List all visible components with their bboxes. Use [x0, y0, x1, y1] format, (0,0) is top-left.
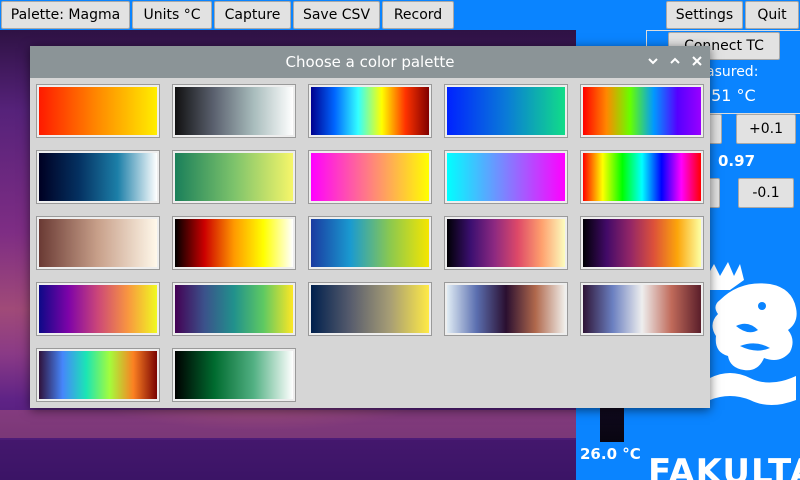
emissivity-increment-button[interactable]: +0.1	[736, 114, 796, 144]
palette-gradient	[39, 87, 157, 135]
palette-option-5[interactable]	[580, 84, 704, 138]
palette-option-22[interactable]	[172, 348, 296, 402]
palette-gradient	[311, 219, 429, 267]
palette-button[interactable]: Palette: Magma	[1, 1, 130, 29]
palette-gradient	[583, 285, 701, 333]
settings-button[interactable]: Settings	[666, 1, 743, 29]
palette-gradient	[175, 153, 293, 201]
palette-gradient	[175, 285, 293, 333]
palette-gradient	[311, 153, 429, 201]
palette-gradient	[447, 153, 565, 201]
measured-value: .51 °C	[706, 86, 756, 105]
palette-option-11[interactable]	[36, 216, 160, 270]
palette-option-10[interactable]	[580, 150, 704, 204]
palette-option-20[interactable]	[580, 282, 704, 336]
save-csv-button[interactable]: Save CSV	[293, 1, 380, 29]
units-button[interactable]: Units °C	[132, 1, 212, 29]
dialog-title: Choose a color palette	[285, 53, 455, 71]
palette-option-4[interactable]	[444, 84, 568, 138]
palette-option-1[interactable]	[36, 84, 160, 138]
palette-option-13[interactable]	[308, 216, 432, 270]
palette-gradient	[583, 87, 701, 135]
thermal-floor-band	[0, 440, 576, 480]
palette-option-12[interactable]	[172, 216, 296, 270]
palette-gradient	[175, 87, 293, 135]
palette-gradient	[39, 285, 157, 333]
palette-gradient	[311, 87, 429, 135]
palette-gradient	[39, 153, 157, 201]
palette-option-2[interactable]	[172, 84, 296, 138]
palette-option-7[interactable]	[172, 150, 296, 204]
thermal-warm-band	[0, 410, 576, 438]
faculty-logo-text: FAKULTA	[648, 452, 800, 480]
palette-option-17[interactable]	[172, 282, 296, 336]
palette-gradient	[175, 351, 293, 399]
measured-label: asured:	[706, 64, 759, 80]
palette-gradient	[447, 285, 565, 333]
palette-option-19[interactable]	[444, 282, 568, 336]
close-icon[interactable]	[690, 54, 704, 68]
palette-gradient	[311, 285, 429, 333]
chevron-up-icon[interactable]	[668, 54, 682, 68]
palette-option-6[interactable]	[36, 150, 160, 204]
palette-gradient	[175, 219, 293, 267]
palette-gradient	[39, 219, 157, 267]
palette-option-16[interactable]	[36, 282, 160, 336]
emissivity-value: 0.97	[718, 152, 756, 170]
palette-gradient	[583, 219, 701, 267]
capture-button[interactable]: Capture	[214, 1, 291, 29]
chevron-down-icon[interactable]	[646, 54, 660, 68]
palette-option-14[interactable]	[444, 216, 568, 270]
lion-logo-icon	[706, 262, 797, 405]
palette-option-21[interactable]	[36, 348, 160, 402]
palette-gradient	[39, 351, 157, 399]
palette-option-3[interactable]	[308, 84, 432, 138]
palette-option-8[interactable]	[308, 150, 432, 204]
quit-button[interactable]: Quit	[745, 1, 799, 29]
palette-option-15[interactable]	[580, 216, 704, 270]
palette-dialog: Choose a color palette	[30, 46, 710, 408]
temperature-scale-label: 26.0 °C	[580, 445, 641, 463]
palette-option-18[interactable]	[308, 282, 432, 336]
palette-option-9[interactable]	[444, 150, 568, 204]
palette-gradient	[447, 87, 565, 135]
record-button[interactable]: Record	[382, 1, 454, 29]
emissivity-decrement-button[interactable]: -0.1	[738, 178, 794, 208]
palette-gradient	[583, 153, 701, 201]
palette-gradient	[447, 219, 565, 267]
